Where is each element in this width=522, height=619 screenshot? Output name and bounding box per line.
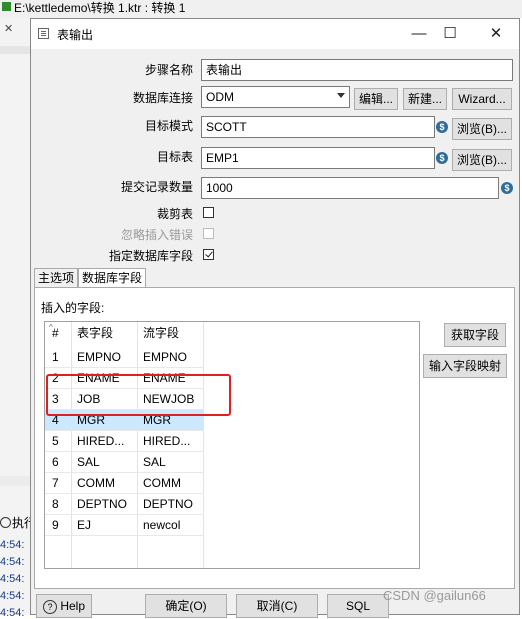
- dialog-title: 表输出: [57, 28, 94, 42]
- log-line: 4:54:: [0, 539, 25, 551]
- field-mapping-table[interactable]: ^ # 表字段 流字段 1 EMPNO EMPNO 2 ENAME ENAME …: [44, 321, 420, 569]
- help-icon: ?: [42, 600, 57, 614]
- minimize-button[interactable]: —: [409, 24, 429, 44]
- log-line: 4:54:: [0, 556, 25, 568]
- stream-field-cell[interactable]: DEPTNO: [138, 494, 203, 515]
- specify-fields-checkbox[interactable]: [203, 249, 214, 260]
- column-divider: [203, 322, 204, 568]
- table-field-cell[interactable]: EMPNO: [72, 347, 137, 368]
- connection-value: ODM: [206, 90, 234, 104]
- background-toolbar-strip: [0, 46, 30, 54]
- maximize-button[interactable]: ☐: [440, 24, 460, 44]
- sql-button[interactable]: SQL: [327, 594, 389, 618]
- cancel-button[interactable]: 取消(C): [236, 594, 318, 618]
- target-table-label: 目标表: [156, 150, 193, 164]
- tab-main-options[interactable]: 主选项: [34, 268, 78, 288]
- specify-fields-label: 指定数据库字段: [108, 249, 193, 263]
- ok-button[interactable]: 确定(O): [145, 594, 227, 618]
- exec-label: 执行: [12, 516, 30, 530]
- new-connection-button[interactable]: 新建...: [403, 88, 447, 110]
- table-field-cell[interactable]: SAL: [72, 452, 137, 473]
- background-left-panel: ✕ 执行 4:54: 4:54: 4:54: 4:54: 4:54:: [0, 18, 31, 619]
- target-schema-input[interactable]: SCOTT: [201, 116, 435, 138]
- highlight-annotation-box: [46, 374, 231, 416]
- tab-database-fields[interactable]: 数据库字段: [78, 268, 146, 288]
- tab-close-icon[interactable]: ✕: [4, 22, 13, 35]
- enter-field-mapping-button[interactable]: 输入字段映射: [423, 354, 507, 378]
- help-label: Help: [60, 599, 86, 613]
- truncate-checkbox[interactable]: [203, 207, 214, 218]
- watermark: CSDN @gailun66: [383, 588, 486, 603]
- dialog-titlebar[interactable]: 表输出 — ☐ ✕: [31, 19, 519, 49]
- stream-field-cell[interactable]: SAL: [138, 452, 203, 473]
- wizard-button[interactable]: Wizard...: [452, 88, 512, 110]
- database-fields-panel: 插入的字段: ^ # 表字段 流字段 1 EMPNO EMPNO 2 ENAME…: [34, 287, 515, 589]
- variable-icon[interactable]: $: [436, 152, 448, 164]
- stream-field-cell[interactable]: newcol: [138, 515, 203, 536]
- ignore-errors-checkbox: [203, 228, 214, 239]
- commit-size-input[interactable]: 1000: [201, 177, 499, 199]
- browse-schema-button[interactable]: 浏览(B)...: [452, 118, 512, 140]
- variable-icon[interactable]: $: [436, 121, 448, 133]
- variable-icon[interactable]: $: [501, 182, 513, 194]
- background-window-title: E:\kettledemo\转换 1.ktr : 转换 1: [14, 1, 186, 15]
- connection-label: 数据库连接: [132, 91, 193, 105]
- row-number: 8: [52, 497, 59, 511]
- target-table-input[interactable]: EMP1: [201, 147, 435, 169]
- browse-table-button[interactable]: 浏览(B)...: [452, 149, 512, 171]
- stream-field-cell[interactable]: COMM: [138, 473, 203, 494]
- row-number: 6: [52, 455, 59, 469]
- log-line: 4:54:: [0, 607, 25, 619]
- background-splitter[interactable]: [0, 476, 30, 486]
- stream-field-cell[interactable]: HIRED...: [138, 431, 203, 452]
- background-window-titlebar: E:\kettledemo\转换 1.ktr : 转换 1: [0, 0, 522, 18]
- row-number: 1: [52, 350, 59, 364]
- exec-results-tab[interactable]: 执行: [0, 514, 30, 534]
- table-field-cell[interactable]: COMM: [72, 473, 137, 494]
- row-number: 9: [52, 518, 59, 532]
- help-button[interactable]: ? Help: [36, 594, 92, 618]
- ignore-errors-label: 忽略插入错误: [120, 228, 193, 242]
- get-fields-button[interactable]: 获取字段: [444, 323, 506, 347]
- log-line: 4:54:: [0, 573, 25, 585]
- column-header-stream-field[interactable]: 流字段: [138, 323, 203, 344]
- target-schema-label: 目标模式: [144, 119, 193, 133]
- table-output-icon: [38, 28, 49, 39]
- column-header-table-field[interactable]: 表字段: [72, 323, 137, 344]
- connection-select[interactable]: ODM: [201, 86, 350, 108]
- edit-connection-button[interactable]: 编辑...: [354, 88, 398, 110]
- table-field-cell[interactable]: EJ: [72, 515, 137, 536]
- transformation-icon: [2, 2, 11, 11]
- column-header-number[interactable]: #: [47, 323, 71, 344]
- row-number: 7: [52, 476, 59, 490]
- log-line: 4:54:: [0, 590, 25, 602]
- exec-circle-icon: [0, 517, 11, 528]
- step-name-label: 步骤名称: [144, 63, 193, 77]
- table-field-cell[interactable]: HIRED...: [72, 431, 137, 452]
- commit-size-label: 提交记录数量: [120, 180, 193, 194]
- table-output-dialog: 表输出 — ☐ ✕ 步骤名称 表输出 数据库连接 ODM 编辑... 新建...…: [30, 18, 520, 618]
- row-number: 5: [52, 434, 59, 448]
- inserted-fields-label: 插入的字段:: [41, 301, 105, 315]
- truncate-label: 裁剪表: [156, 207, 193, 221]
- step-name-input[interactable]: 表输出: [201, 59, 513, 81]
- close-button[interactable]: ✕: [486, 24, 506, 44]
- table-field-cell[interactable]: DEPTNO: [72, 494, 137, 515]
- stream-field-cell[interactable]: EMPNO: [138, 347, 203, 368]
- chevron-down-icon: [337, 93, 345, 98]
